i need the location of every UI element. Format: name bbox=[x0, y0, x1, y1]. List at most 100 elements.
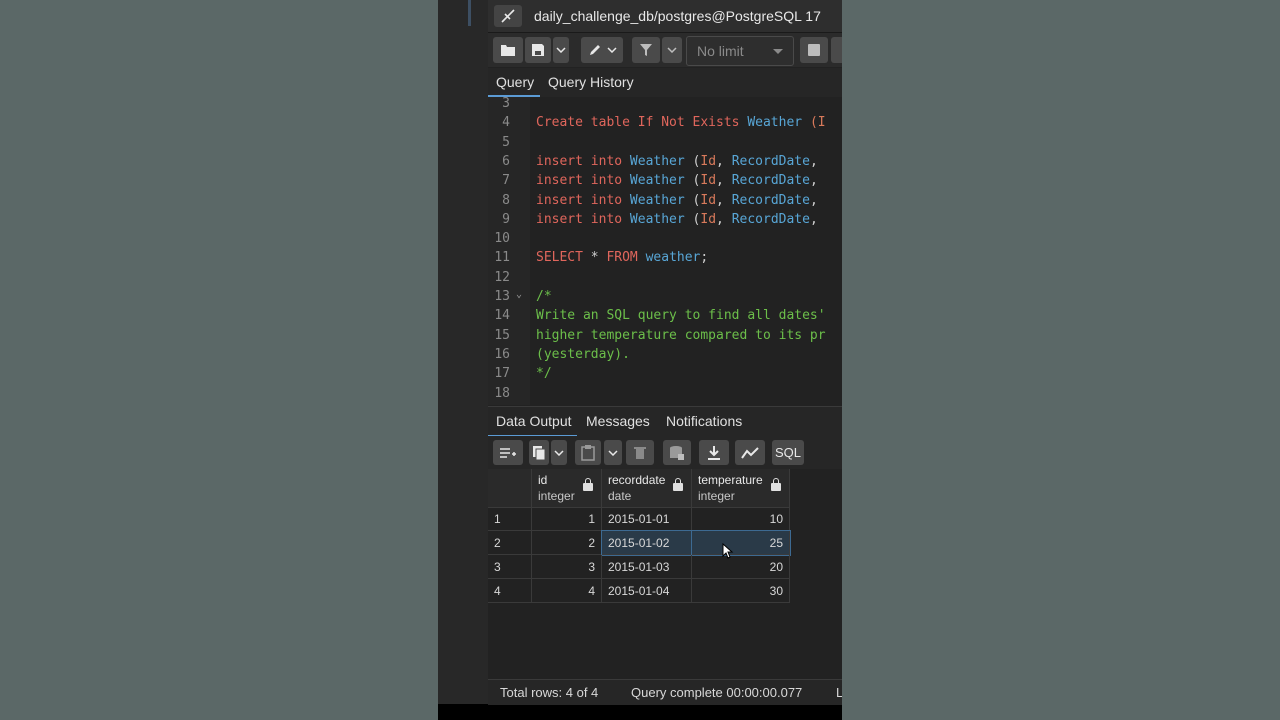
cell-id[interactable]: 1 bbox=[532, 507, 602, 531]
open-file-button[interactable] bbox=[493, 37, 523, 63]
code-token: Create table If Not Exists bbox=[536, 115, 748, 131]
cell-temperature[interactable]: 20 bbox=[692, 555, 790, 579]
sql-editor[interactable]: 3 4 Create table If Not Exists Weather (I 5… bbox=[488, 97, 842, 405]
row-number[interactable]: 1 bbox=[488, 507, 532, 531]
cell-recorddate[interactable]: 2015-01-03 bbox=[602, 555, 692, 579]
code-text: insert into Weather (Id, RecordDate, bbox=[536, 154, 818, 169]
status-extra-text: L bbox=[836, 685, 842, 700]
tab-notifications[interactable]: Notifications bbox=[666, 413, 742, 429]
delete-row-button[interactable] bbox=[626, 440, 654, 465]
code-line[interactable]: 18 bbox=[488, 386, 842, 405]
background-right bbox=[842, 0, 1280, 720]
cell-temperature[interactable]: 30 bbox=[692, 579, 790, 603]
tab-data-output[interactable]: Data Output bbox=[496, 413, 572, 429]
code-line[interactable]: 10 bbox=[488, 231, 842, 250]
filter-options-dropdown[interactable] bbox=[662, 37, 682, 63]
code-token: , bbox=[809, 153, 818, 169]
caret-down-icon bbox=[773, 49, 783, 54]
connection-status-icon[interactable] bbox=[494, 5, 522, 27]
edit-button[interactable] bbox=[581, 37, 623, 63]
mouse-cursor-icon bbox=[722, 543, 734, 559]
line-number: 8 bbox=[502, 192, 510, 208]
code-text: insert into Weather (Id, RecordDate, bbox=[536, 173, 818, 188]
code-line[interactable]: 16 (yesterday). bbox=[488, 347, 842, 366]
cell-id[interactable]: 4 bbox=[532, 579, 602, 603]
paste-button[interactable] bbox=[575, 440, 601, 465]
folder-icon bbox=[501, 45, 515, 56]
code-token: ( bbox=[684, 192, 701, 208]
code-token: insert into bbox=[536, 153, 630, 169]
cell-recorddate[interactable]: 2015-01-04 bbox=[602, 579, 692, 603]
column-header-temperature[interactable]: temperature integer bbox=[692, 469, 790, 508]
row-number[interactable]: 2 bbox=[488, 531, 532, 555]
fold-chevron-icon[interactable]: ⌄ bbox=[516, 289, 522, 300]
column-header-id[interactable]: id integer bbox=[532, 469, 602, 508]
execute-button[interactable] bbox=[831, 37, 842, 63]
connection-titlebar: daily_challenge_db/postgres@PostgreSQL 1… bbox=[488, 0, 842, 33]
code-line[interactable]: 13 ⌄ /* bbox=[488, 289, 842, 308]
code-text: /* bbox=[536, 289, 552, 304]
code-token: ( bbox=[684, 211, 701, 227]
copy-icon bbox=[533, 445, 546, 460]
line-number: 12 bbox=[494, 269, 510, 285]
sql-button[interactable]: SQL bbox=[772, 440, 804, 465]
lock-icon bbox=[771, 478, 781, 491]
cell-id[interactable]: 3 bbox=[532, 555, 602, 579]
graph-visualiser-button[interactable] bbox=[735, 440, 765, 465]
row-number-header bbox=[488, 469, 532, 508]
cell-temperature[interactable]: 25 bbox=[691, 530, 791, 556]
lock-icon bbox=[583, 478, 593, 491]
code-line[interactable]: 11 SELECT * FROM weather; bbox=[488, 250, 842, 269]
code-token: ( bbox=[684, 153, 701, 169]
row-limit-select[interactable]: No limit bbox=[686, 36, 794, 66]
output-tabs: Data Output Messages Notifications bbox=[488, 406, 842, 437]
line-number: 13 bbox=[494, 289, 510, 304]
row-number[interactable]: 3 bbox=[488, 555, 532, 579]
code-line[interactable]: 14 Write an SQL query to find all dates' bbox=[488, 308, 842, 327]
code-token: Weather bbox=[747, 115, 803, 131]
code-line[interactable]: 3 bbox=[488, 97, 842, 115]
code-token: , bbox=[809, 173, 818, 189]
code-line[interactable]: 7 insert into Weather (Id, RecordDate, bbox=[488, 173, 842, 192]
copy-button[interactable] bbox=[529, 440, 549, 465]
column-header-recorddate[interactable]: recorddate date bbox=[602, 469, 692, 508]
code-token: */ bbox=[536, 366, 552, 382]
code-line[interactable]: 4 Create table If Not Exists Weather (I bbox=[488, 115, 842, 134]
code-token: (yesterday). bbox=[536, 346, 630, 362]
code-line[interactable]: 17 */ bbox=[488, 366, 842, 385]
cell-temperature[interactable]: 10 bbox=[692, 507, 790, 531]
code-line[interactable]: 8 insert into Weather (Id, RecordDate, bbox=[488, 193, 842, 212]
cell-id[interactable]: 2 bbox=[532, 531, 602, 555]
save-options-dropdown[interactable] bbox=[553, 37, 569, 63]
row-number[interactable]: 4 bbox=[488, 579, 532, 603]
chevron-down-icon bbox=[606, 47, 617, 53]
code-token: Id bbox=[700, 153, 717, 169]
code-line[interactable]: 15 higher temperature compared to its pr bbox=[488, 328, 842, 347]
code-token: ; bbox=[700, 250, 709, 266]
tab-messages[interactable]: Messages bbox=[586, 413, 650, 429]
save-file-button[interactable] bbox=[525, 37, 551, 63]
code-line[interactable]: 12 bbox=[488, 270, 842, 289]
code-line[interactable]: 9 insert into Weather (Id, RecordDate, bbox=[488, 212, 842, 231]
copy-options-dropdown[interactable] bbox=[551, 440, 567, 465]
paste-options-dropdown[interactable] bbox=[604, 440, 622, 465]
add-row-button[interactable] bbox=[493, 440, 523, 465]
connection-title[interactable]: daily_challenge_db/postgres@PostgreSQL 1… bbox=[534, 8, 821, 24]
column-type: integer bbox=[698, 489, 735, 503]
filter-button[interactable] bbox=[632, 37, 660, 63]
stop-button[interactable] bbox=[800, 37, 828, 63]
column-type: integer bbox=[538, 489, 575, 503]
chevron-down-icon bbox=[608, 449, 618, 456]
tab-query[interactable]: Query bbox=[496, 74, 534, 90]
code-token: (I bbox=[802, 115, 826, 131]
add-row-icon bbox=[500, 447, 516, 458]
code-line[interactable]: 6 insert into Weather (Id, RecordDate, bbox=[488, 154, 842, 173]
tab-query-history[interactable]: Query History bbox=[548, 74, 634, 90]
line-number: 14 bbox=[494, 308, 510, 324]
cell-recorddate[interactable]: 2015-01-02 bbox=[601, 530, 693, 556]
row-limit-value: No limit bbox=[697, 43, 744, 59]
save-data-button[interactable] bbox=[663, 440, 691, 465]
download-button[interactable] bbox=[699, 440, 729, 465]
code-line[interactable]: 5 bbox=[488, 135, 842, 154]
cell-recorddate[interactable]: 2015-01-01 bbox=[602, 507, 692, 531]
